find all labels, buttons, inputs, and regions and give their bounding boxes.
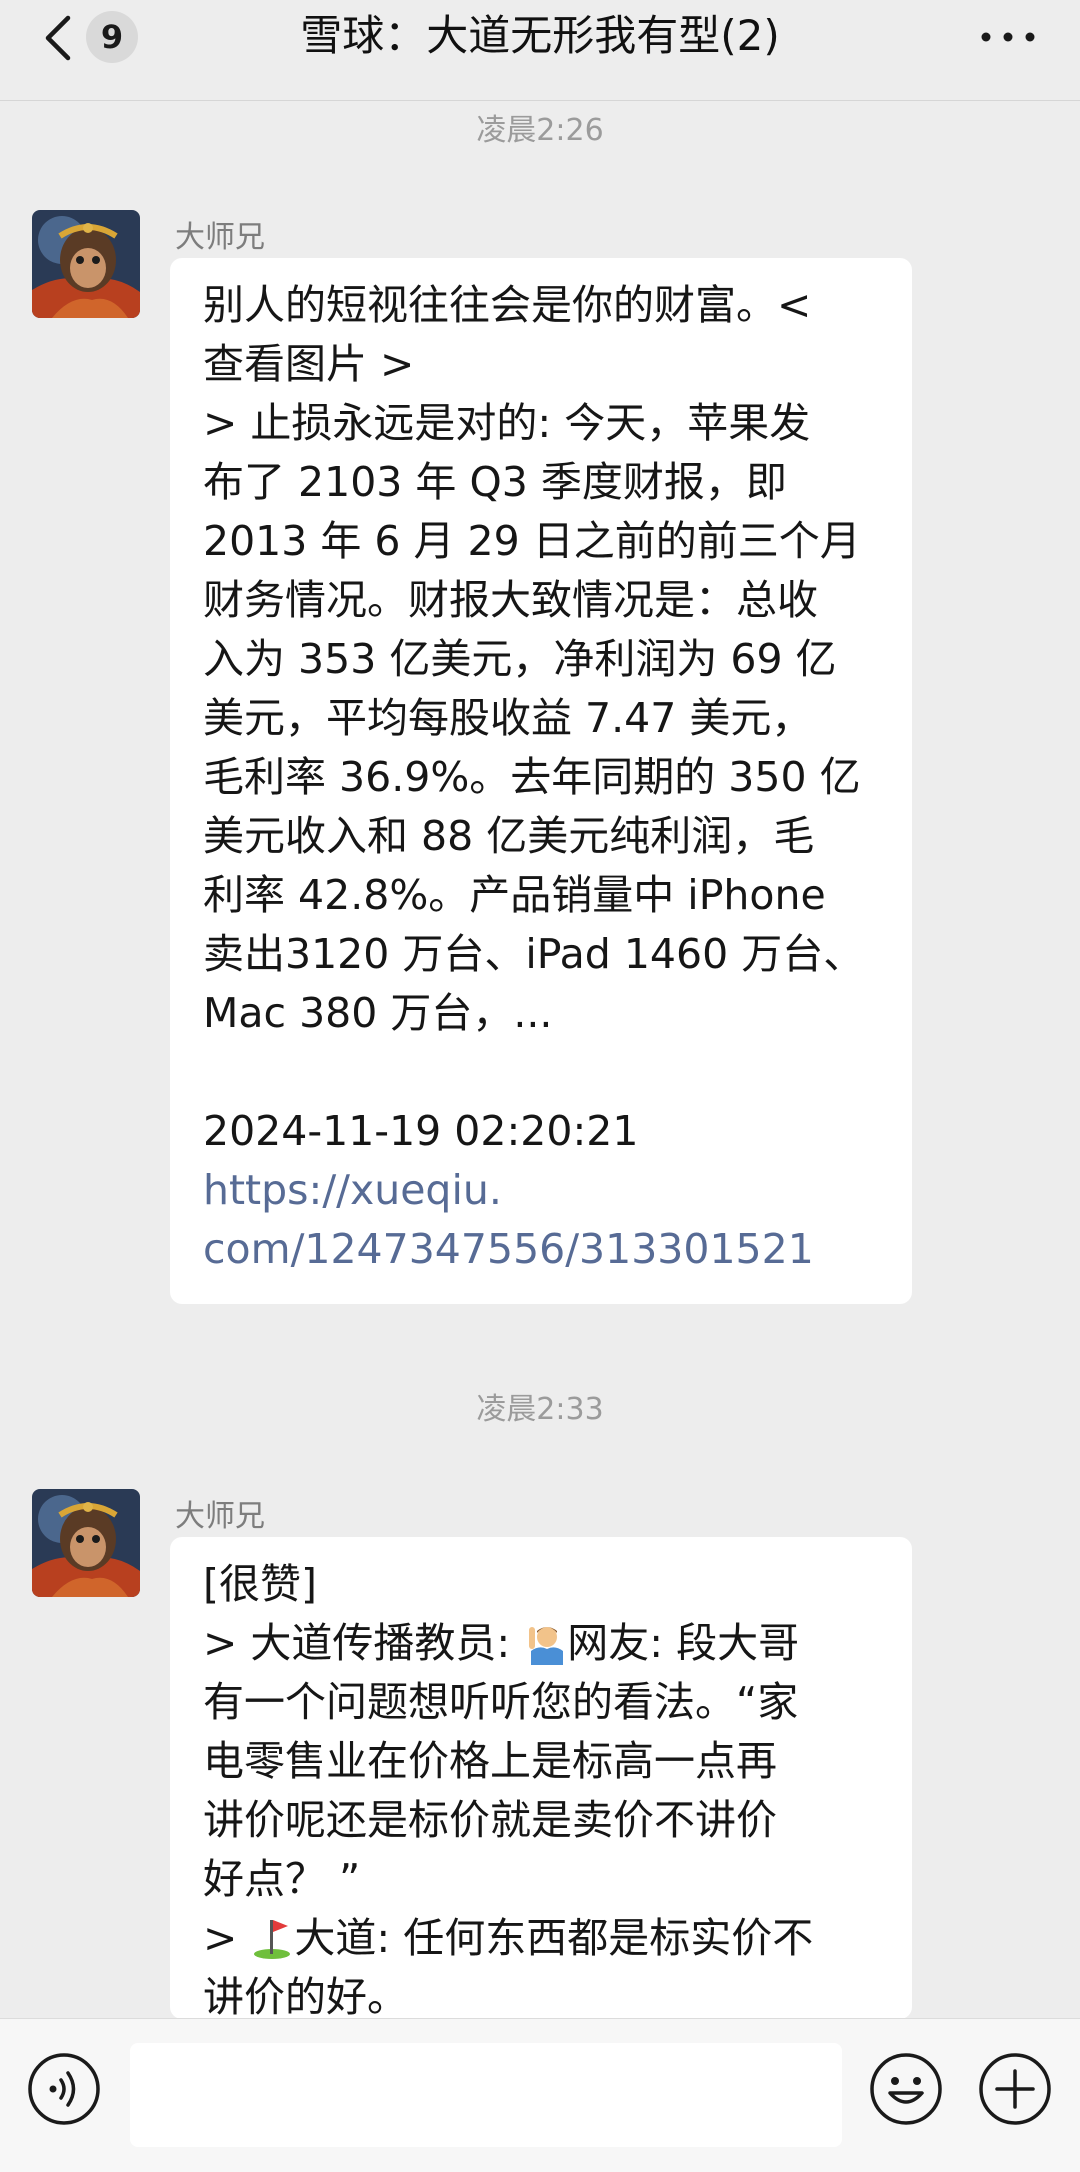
more-dots-icon[interactable] [980, 22, 1036, 52]
chevron-left-icon[interactable] [40, 14, 76, 62]
avatar[interactable] [32, 210, 140, 318]
message-line: > 大道: 任何东西都是标实价不 [203, 1909, 880, 1968]
unread-badge[interactable]: 9 [86, 11, 138, 63]
message-line: 有一个问题想听听您的看法。“家 [203, 1678, 799, 1726]
message-bubble[interactable]: [很赞] > 大道传播教员: 网友: 段大哥 有一个问题想听听您的看法。“家 电… [170, 1537, 912, 2019]
message-line: 布了 2103 年 Q3 季度财报，即 [203, 458, 787, 506]
message-line: 讲价呢还是标价就是卖价不讲价 [203, 1796, 777, 1844]
message-bubble[interactable]: 别人的短视往往会是你的财富。< 查看图片 > > 止损永远是对的: 今天，苹果发… [170, 258, 912, 1304]
monkey-avatar-icon [32, 1489, 140, 1597]
avatar[interactable] [32, 1489, 140, 1597]
message-text: 大道: 任何东西都是标实价不 [294, 1914, 814, 1962]
message-text: > [203, 1914, 251, 1962]
message-line: > 大道传播教员: 网友: 段大哥 [203, 1614, 880, 1673]
message-input[interactable] [130, 2043, 842, 2147]
chat-input-bar [0, 2018, 1080, 2172]
message-line: 财务情况。财报大致情况是：总收 [203, 576, 818, 624]
message-line: 美元收入和 88 亿美元纯利润，毛 [203, 812, 815, 860]
plus-icon[interactable] [977, 2051, 1053, 2127]
message-link[interactable]: https://xueqiu. [203, 1161, 880, 1220]
golf-flag-emoji-icon [254, 1920, 291, 1959]
person-raising-hand-emoji-icon [529, 1627, 564, 1665]
message-line: > 止损永远是对的: 今天，苹果发 [203, 399, 811, 447]
emoji-icon[interactable] [868, 2051, 944, 2127]
monkey-avatar-icon [32, 210, 140, 318]
sender-name: 大师兄 [175, 1499, 265, 1534]
message-line: 毛利率 36.9%。去年同期的 350 亿 [203, 753, 861, 801]
message-timestamp: 凌晨2:26 [476, 113, 604, 148]
voice-icon[interactable] [26, 2051, 102, 2127]
message-line: 美元，平均每股收益 7.47 美元， [203, 694, 813, 742]
message-line: 讲价的好。 [203, 1973, 408, 2019]
message-line: 利率 42.8%。产品销量中 iPhone [203, 871, 826, 919]
message-text: 网友: 段大哥 [567, 1619, 800, 1667]
message-line: 查看图片 > [203, 340, 415, 388]
message-line: Mac 380 万台，... [203, 989, 553, 1037]
message-line: 别人的短视往往会是你的财富。< [203, 281, 812, 329]
message-timestamp: 凌晨2:33 [476, 1392, 604, 1427]
message-line: 电零售业在价格上是标高一点再 [203, 1737, 777, 1785]
message-line: 入为 353 亿美元，净利润为 69 亿 [203, 635, 837, 683]
sender-name: 大师兄 [175, 220, 265, 255]
message-line: 2013 年 6 月 29 日之前的前三个月 [203, 517, 861, 565]
message-datetime: 2024-11-19 02:20:21 [203, 1107, 639, 1155]
chat-header: 9 雪球：大道无形我有型(2) [0, 0, 1080, 101]
message-line: 好点？ ” [203, 1855, 361, 1903]
message-link[interactable]: com/1247347556/313301521 [203, 1220, 880, 1279]
message-line: [很赞] [203, 1560, 317, 1608]
chat-title: 雪球：大道无形我有型(2) [300, 11, 780, 60]
message-line: 卖出3120 万台、iPad 1460 万台、 [203, 930, 865, 978]
message-text: > 大道传播教员: [203, 1619, 524, 1667]
